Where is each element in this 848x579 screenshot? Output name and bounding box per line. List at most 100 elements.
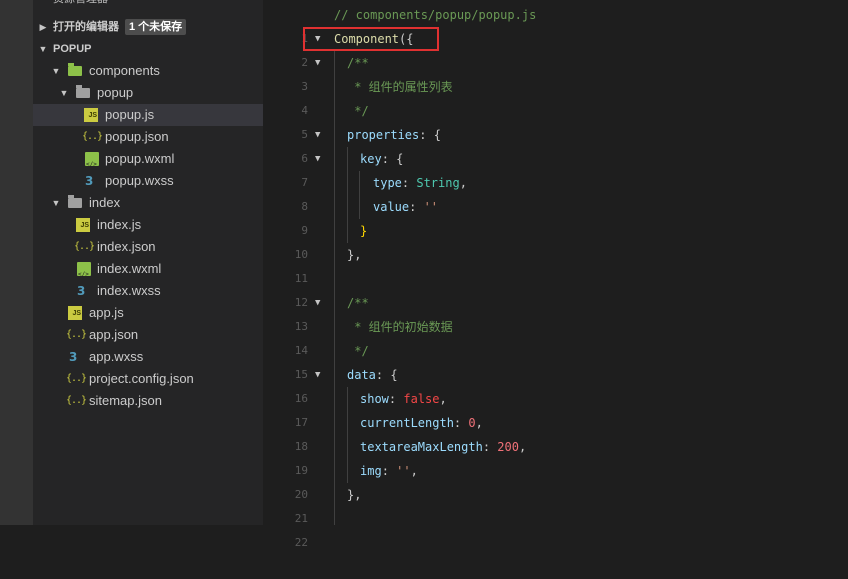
tree-item-index-json[interactable]: {..} index.json bbox=[33, 236, 263, 258]
js-file-icon: JS bbox=[68, 306, 82, 320]
punctuation: , bbox=[459, 176, 467, 190]
fold-chevron-icon[interactable]: ▼ bbox=[315, 51, 320, 75]
line-number: 22 bbox=[294, 536, 308, 549]
tree-item-popup-folder[interactable]: ▼ popup bbox=[33, 82, 263, 104]
code-line-10: 10 } bbox=[263, 219, 848, 261]
tree-item-popup-wxml[interactable]: popup.wxml bbox=[33, 148, 263, 176]
fold-chevron-icon[interactable]: ▼ bbox=[315, 147, 320, 171]
open-editors-label: 打开的编辑器 bbox=[53, 21, 119, 33]
code-value: 200 bbox=[497, 440, 519, 454]
activity-bar bbox=[0, 0, 33, 525]
code-text: */ bbox=[347, 344, 369, 358]
tree-item-label: index.json bbox=[97, 239, 156, 254]
code-text: }, bbox=[347, 488, 362, 502]
code-line-3: 3 ▼ /** bbox=[263, 51, 848, 93]
explorer-title: 资源管理器 bbox=[53, 0, 263, 10]
code-value: false bbox=[403, 392, 440, 406]
project-label: POPUP bbox=[53, 43, 92, 55]
tree-item-popup-wxss[interactable]: 3 popup.wxss bbox=[33, 170, 263, 192]
components-folder-icon bbox=[68, 63, 82, 76]
punctuation: : bbox=[401, 176, 417, 190]
code-line-7: 7 ▼ key: { bbox=[263, 147, 848, 189]
punctuation: : bbox=[453, 416, 469, 430]
code-value: '' bbox=[396, 464, 411, 478]
punctuation: , bbox=[475, 416, 483, 430]
project-section[interactable]: ▼ POPUP bbox=[33, 38, 263, 60]
code-key: key bbox=[360, 152, 382, 166]
code-text: // components/popup/popup.js bbox=[334, 8, 537, 22]
fold-chevron-icon[interactable]: ▼ bbox=[315, 363, 320, 387]
punctuation: : bbox=[381, 464, 397, 478]
tree-item-project-config-json[interactable]: {..} project.config.json bbox=[33, 368, 263, 390]
open-editors-section[interactable]: ▶ 打开的编辑器 1 个未保存 bbox=[33, 16, 263, 38]
tree-item-label: app.json bbox=[89, 327, 139, 342]
code-text: */ bbox=[347, 104, 369, 118]
tree-item-components[interactable]: ▼ components bbox=[33, 60, 263, 82]
chevron-down-icon: ▼ bbox=[51, 66, 61, 76]
code-line-16: 16 ▼ data: { bbox=[263, 363, 848, 405]
code-line-11: 11 }, bbox=[263, 243, 848, 285]
tree-item-app-js[interactable]: JS app.js bbox=[33, 302, 263, 324]
tree-item-popup-js[interactable]: JS popup.js bbox=[33, 104, 263, 126]
code-editor[interactable]: 1 // components/popup/popup.js 2 ▼ Compo… bbox=[263, 0, 848, 549]
code-text: }, bbox=[347, 248, 362, 262]
code-key: data bbox=[347, 368, 376, 382]
code-key: textareaMaxLength bbox=[360, 440, 483, 454]
punctuation: : { bbox=[419, 128, 441, 142]
code-text: * 组件的初始数据 bbox=[347, 320, 453, 334]
tree-item-index-wxss[interactable]: 3 index.wxss bbox=[33, 280, 263, 302]
tree-item-label: index bbox=[89, 195, 121, 210]
tree-item-app-json[interactable]: {..} app.json bbox=[33, 324, 263, 346]
code-key: value bbox=[373, 200, 410, 214]
chevron-right-icon: ▶ bbox=[39, 22, 47, 32]
code-line-8: 8 type: String, bbox=[263, 171, 848, 213]
code-line-21: 21 }, bbox=[263, 483, 848, 525]
tree-item-label: index.wxss bbox=[97, 283, 161, 298]
code-line-14: 14 * 组件的初始数据 bbox=[263, 315, 848, 357]
tree-item-app-wxss[interactable]: 3 app.wxss bbox=[33, 346, 263, 368]
code-key: type bbox=[373, 176, 402, 190]
punctuation: : bbox=[482, 440, 498, 454]
folder-open-icon bbox=[76, 85, 90, 98]
code-value: '' bbox=[423, 200, 439, 214]
json-file-icon: {..} bbox=[66, 329, 87, 340]
code-line-18: 18 currentLength: 0, bbox=[263, 411, 848, 453]
punctuation: , bbox=[410, 464, 418, 478]
chevron-down-icon: ▼ bbox=[38, 44, 48, 54]
code-text: * 组件的属性列表 bbox=[347, 80, 453, 94]
tree-item-label: popup.json bbox=[105, 129, 169, 144]
punctuation: : bbox=[388, 392, 404, 406]
tree-item-label: popup bbox=[97, 85, 134, 100]
tree-item-sitemap-json[interactable]: {..} sitemap.json bbox=[33, 390, 263, 412]
fold-chevron-icon[interactable]: ▼ bbox=[315, 123, 320, 147]
code-line-22: 22 bbox=[263, 507, 848, 549]
wxss-file-icon: 3 bbox=[85, 174, 94, 188]
code-line-15: 15 */ bbox=[263, 339, 848, 381]
code-line-17: 17 show: false, bbox=[263, 387, 848, 429]
punctuation: : { bbox=[375, 368, 398, 382]
code-line-9: 9 value: '' bbox=[263, 195, 848, 237]
highlight-box bbox=[303, 27, 439, 51]
chevron-down-icon: ▼ bbox=[59, 88, 69, 98]
tree-item-label: sitemap.json bbox=[89, 393, 162, 408]
tree-item-index-js[interactable]: JS index.js bbox=[33, 214, 263, 236]
tree-item-label: popup.wxss bbox=[105, 173, 174, 188]
chevron-down-icon: ▼ bbox=[51, 198, 61, 208]
code-text: /** bbox=[347, 296, 369, 310]
tree-item-label: project.config.json bbox=[89, 371, 194, 386]
fold-chevron-icon[interactable]: ▼ bbox=[315, 291, 320, 315]
code-text: /** bbox=[347, 56, 369, 70]
punctuation: : bbox=[409, 200, 424, 214]
code-line-1: 1 // components/popup/popup.js bbox=[263, 3, 848, 45]
punctuation: , bbox=[439, 392, 447, 406]
tree-item-label: index.js bbox=[97, 217, 142, 232]
tree-item-index-folder[interactable]: ▼ index bbox=[33, 192, 263, 214]
code-line-5: 5 */ bbox=[263, 99, 848, 141]
tree-item-popup-json[interactable]: {..} popup.json bbox=[33, 126, 263, 148]
tree-item-index-wxml[interactable]: index.wxml bbox=[33, 258, 263, 286]
wxss-file-icon: 3 bbox=[69, 350, 78, 364]
js-file-icon: JS bbox=[76, 218, 90, 232]
code-text: } bbox=[360, 224, 368, 238]
code-key: currentLength bbox=[360, 416, 454, 430]
code-key: img bbox=[360, 464, 382, 478]
